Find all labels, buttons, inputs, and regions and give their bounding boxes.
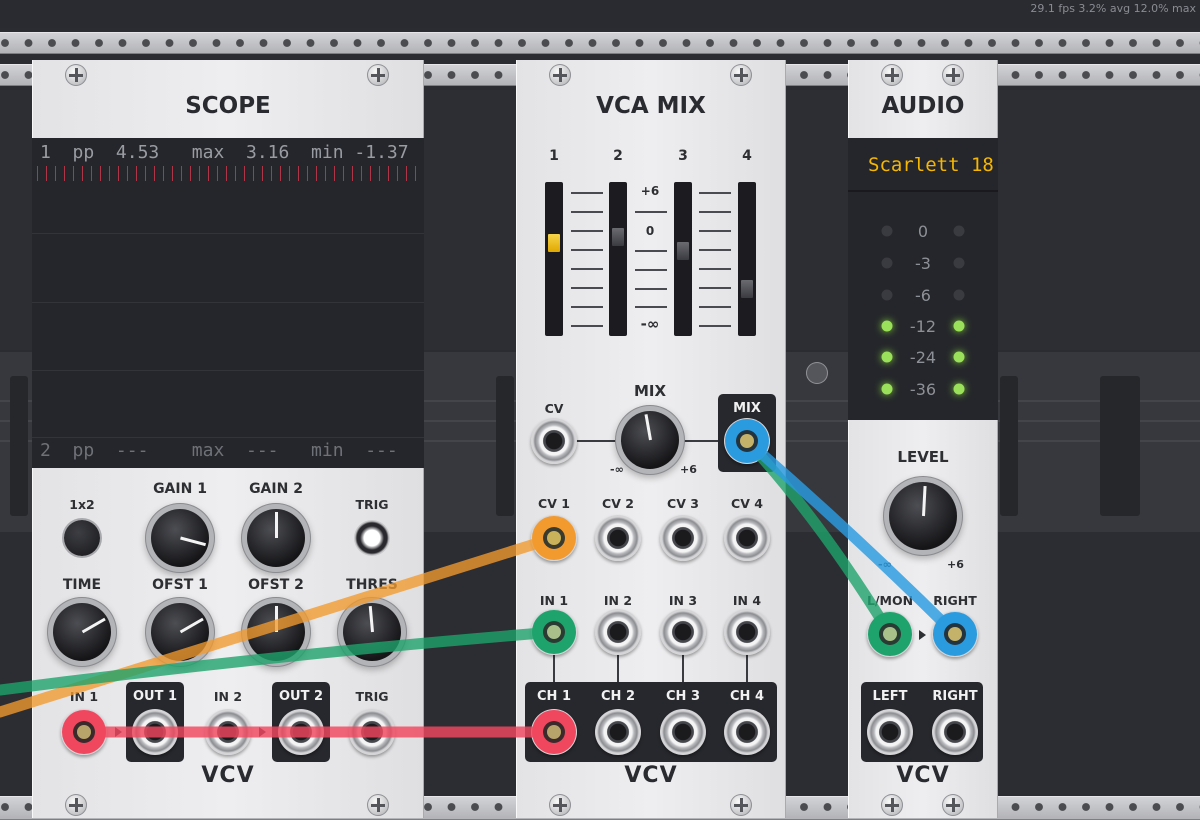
cable-orange[interactable] [0,532,560,718]
cable-blue[interactable] [741,435,961,640]
cable-green-out[interactable] [741,435,896,640]
patch-cables[interactable] [0,0,1200,818]
cable-green-in[interactable] [0,626,560,696]
